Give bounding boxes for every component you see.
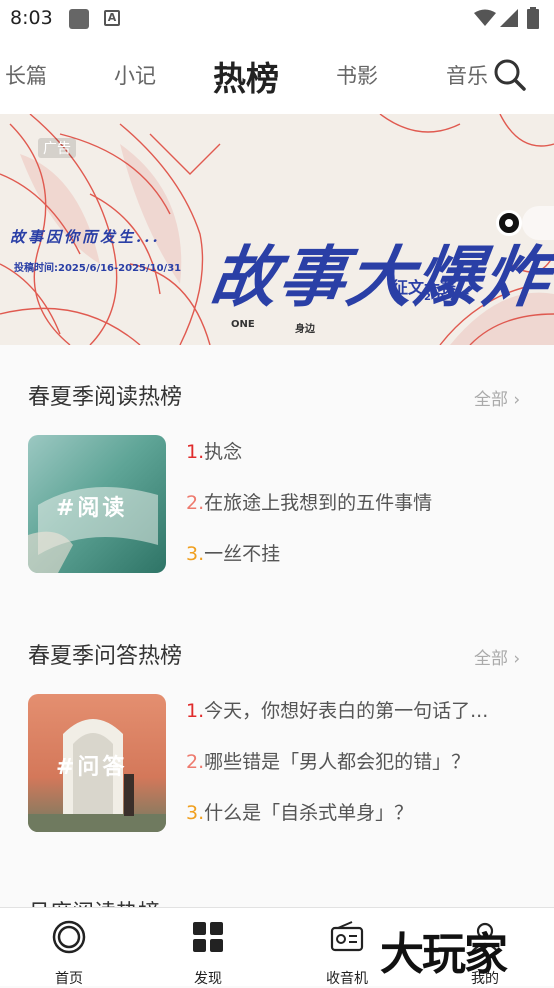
promo-banner[interactable]: 广告 故事因你而发生... 投稿时间:2025/6/16-2025/10/31 … bbox=[0, 114, 554, 345]
reading-chart-section: 春夏季阅读热榜 全部 › #阅读 1.执念 2.在旅途上我想到的五件事情 3.一… bbox=[0, 345, 554, 615]
grid-icon bbox=[193, 922, 223, 952]
notification-icon bbox=[69, 9, 89, 29]
list-item-text: 执念 bbox=[204, 441, 243, 463]
home-icon bbox=[52, 920, 86, 954]
floating-pill bbox=[522, 206, 554, 240]
status-bar: 8:03 A bbox=[0, 0, 554, 38]
list-item[interactable]: 1.今天，你想好表白的第一句话了... bbox=[186, 696, 526, 723]
view-all-label: 全部 bbox=[474, 390, 508, 410]
search-icon[interactable] bbox=[493, 58, 527, 92]
nav-label: 首页 bbox=[55, 971, 83, 987]
thumb-label: #问答 bbox=[56, 755, 128, 780]
list-item[interactable]: 3.什么是「自杀式单身」？ bbox=[186, 798, 526, 825]
rank-number: 2. bbox=[186, 492, 205, 514]
list-item[interactable]: 2.在旅途上我想到的五件事情 bbox=[186, 488, 526, 515]
banner-headline-wrap: 故事大爆炸 bbox=[206, 238, 554, 320]
nav-label: 收音机 bbox=[326, 971, 368, 987]
view-all-label: 全部 bbox=[474, 649, 508, 669]
chevron-right-icon: › bbox=[513, 649, 521, 669]
reading-thumbnail[interactable]: #阅读 bbox=[28, 435, 166, 573]
tab-yinyue[interactable]: 音乐 bbox=[446, 60, 488, 90]
battery-icon bbox=[527, 7, 539, 29]
tab-rebang[interactable]: 热榜 bbox=[213, 52, 279, 100]
ad-label: 广告 bbox=[38, 138, 76, 158]
list-item-text: 哪些错是「男人都会犯的错」？ bbox=[204, 751, 471, 773]
wifi-icon bbox=[474, 9, 496, 26]
section-title: 春夏季阅读热榜 bbox=[28, 385, 183, 410]
list-item-text: 今天，你想好表白的第一句话了... bbox=[204, 700, 489, 722]
banner-headline: 故事大爆炸 bbox=[205, 238, 554, 316]
list-item-text: 一丝不挂 bbox=[204, 543, 281, 565]
font-notification-icon: A bbox=[104, 10, 120, 26]
qa-thumbnail[interactable]: #问答 bbox=[28, 694, 166, 832]
nav-label: 发现 bbox=[194, 971, 222, 987]
rank-number: 2. bbox=[186, 751, 205, 773]
watermark-logo: 大玩家 bbox=[380, 929, 508, 980]
rank-number: 3. bbox=[186, 802, 205, 824]
list-item[interactable]: 2.哪些错是「男人都会犯的错」？ bbox=[186, 747, 526, 774]
tab-xiaoji[interactable]: 小记 bbox=[114, 60, 156, 90]
tab-shuying[interactable]: 书影 bbox=[336, 60, 378, 90]
banner-date: 投稿时间:2025/6/16-2025/10/31 bbox=[14, 263, 182, 274]
list-item-text: 在旅途上我想到的五件事情 bbox=[204, 492, 433, 514]
status-time: 8:03 bbox=[10, 7, 53, 29]
sponsor-shenbian-logo: 身边 bbox=[295, 324, 315, 335]
view-all-link[interactable]: 全部 › bbox=[474, 385, 520, 410]
thumb-label: #阅读 bbox=[56, 496, 128, 521]
list-item-text: 什么是「自杀式单身」？ bbox=[204, 802, 414, 824]
radio-icon bbox=[330, 921, 364, 952]
signal-icon bbox=[500, 9, 518, 27]
list-item[interactable]: 1.执念 bbox=[186, 437, 526, 464]
banner-tagline: 故事因你而发生... bbox=[10, 228, 161, 246]
section-title: 春夏季问答热榜 bbox=[28, 644, 183, 669]
record-dot-icon[interactable] bbox=[496, 210, 522, 236]
list-item[interactable]: 3.一丝不挂 bbox=[186, 539, 526, 566]
top-tab-bar: 长篇 小记 热榜 书影 音乐 bbox=[0, 38, 554, 114]
rank-number: 1. bbox=[186, 441, 205, 463]
qa-chart-section: 春夏季问答热榜 全部 › #问答 1.今天，你想好表白的第一句话了... 2.哪… bbox=[0, 604, 554, 874]
chevron-right-icon: › bbox=[513, 390, 521, 410]
rank-number: 1. bbox=[186, 700, 205, 722]
banner-year: 2025 bbox=[424, 292, 476, 303]
sponsor-one-logo: ONE bbox=[231, 319, 255, 330]
rank-number: 3. bbox=[186, 543, 205, 565]
tab-changpian[interactable]: 长篇 bbox=[5, 60, 47, 90]
view-all-link[interactable]: 全部 › bbox=[474, 644, 520, 669]
